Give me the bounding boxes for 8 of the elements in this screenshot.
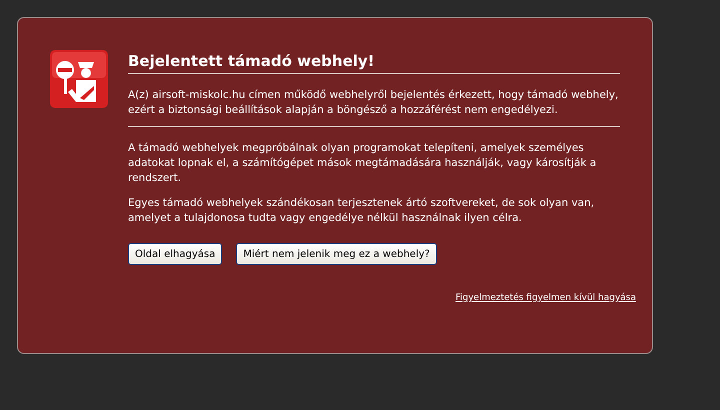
explanation-text: A támadó webhelyek megpróbálnak olyan programokat telepíteni, amelyek személyes adatokat lopnak el, a számítógépet mások megtámadására használják, vagy károsítják a rendszert. bbox=[128, 141, 598, 186]
ignore-warning-link[interactable]: Figyelmeztetés figyelmen kívül hagyása bbox=[455, 293, 636, 303]
leave-page-button[interactable]: Oldal elhagyása bbox=[128, 243, 222, 265]
why-blocked-button[interactable]: Miért nem jelenik meg ez a webhely? bbox=[236, 243, 437, 265]
warning-message: A(z) airsoft-miskolc.hu címen működő webhelyről bejelentés érkezett, hogy támadó webhely, ezért a biztonsági beállítások alapján a böngésző a hozzáférést nem engedélyezi. bbox=[128, 88, 620, 118]
warning-title: Bejelentett támadó webhely! bbox=[128, 51, 376, 71]
police-officer-icon bbox=[50, 50, 108, 108]
explanation-text: Egyes támadó webhelyek szándékosan terjesztenek ártó szoftvereket, de sok olyan van, amelyet a tulajdonosa tudta vagy engedélye nélkül használnak ilyen célra. bbox=[128, 196, 596, 226]
